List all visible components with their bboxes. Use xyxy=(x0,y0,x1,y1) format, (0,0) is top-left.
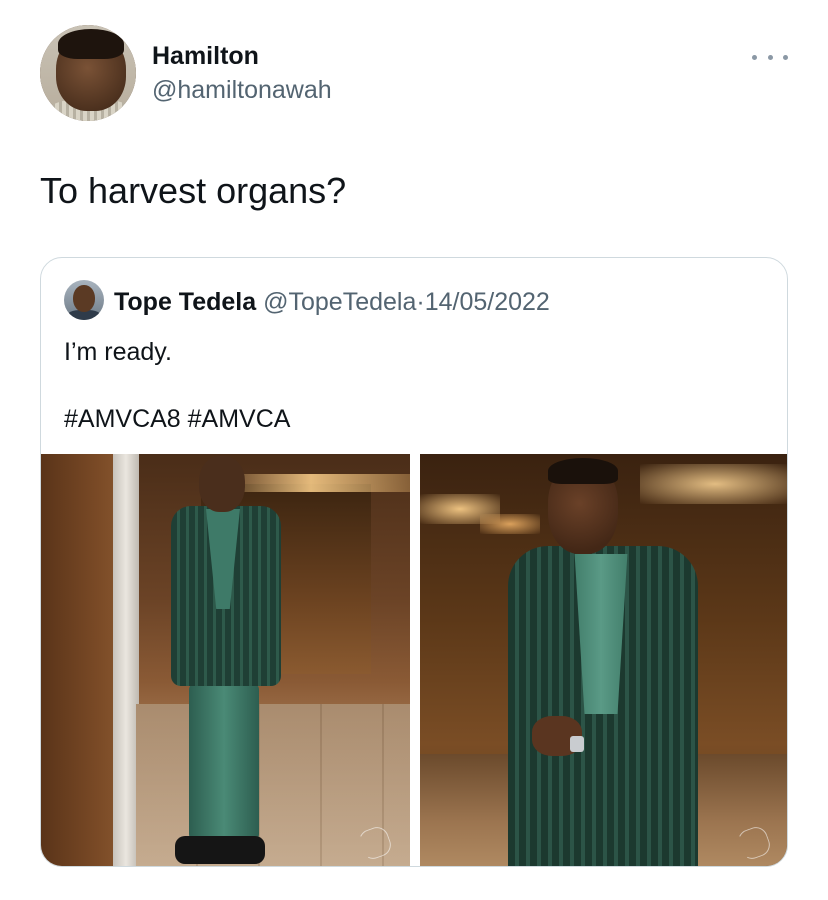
more-horizontal-icon[interactable] xyxy=(752,50,788,64)
author-display-name[interactable]: Hamilton xyxy=(152,42,259,71)
photo-grid xyxy=(41,454,787,866)
quoted-tweet-date[interactable]: 14/05/2022 xyxy=(425,288,550,316)
photo-close-up[interactable] xyxy=(420,454,787,866)
tweet: Hamilton @hamiltonawah To harvest organs… xyxy=(0,0,828,900)
quoted-tweet-header: Tope Tedela @TopeTedela·14/05/2022 xyxy=(114,288,550,317)
quoted-tweet-hashtags[interactable]: #AMVCA8 #AMVCA xyxy=(64,405,290,434)
author-handle[interactable]: @hamiltonawah xyxy=(152,76,332,105)
quoted-tweet-text: I’m ready. xyxy=(64,338,172,366)
photo-full-body[interactable] xyxy=(41,454,410,866)
person-figure xyxy=(161,454,301,866)
quoted-author-handle[interactable]: @TopeTedela xyxy=(263,288,416,316)
author-avatar[interactable] xyxy=(40,25,136,121)
quoted-tweet[interactable]: Tope Tedela @TopeTedela·14/05/2022 I’m r… xyxy=(40,257,788,867)
watch-icon xyxy=(570,736,584,752)
tweet-text: To harvest organs? xyxy=(40,170,347,211)
quoted-author-avatar[interactable] xyxy=(64,280,104,320)
quoted-author-display-name[interactable]: Tope Tedela xyxy=(114,288,256,316)
separator-dot: · xyxy=(416,288,425,316)
